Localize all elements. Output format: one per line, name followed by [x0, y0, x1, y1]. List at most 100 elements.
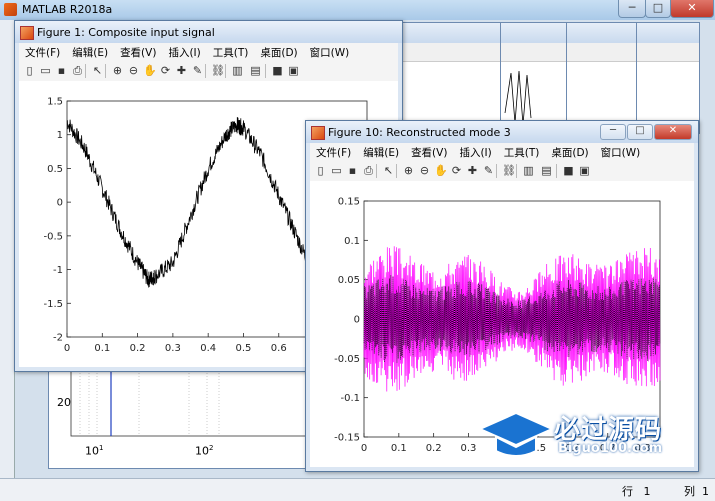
pointer-icon[interactable]: ↖	[91, 64, 104, 77]
menu-item-2[interactable]: 查看(V)	[405, 143, 453, 160]
desktop-side-panel	[0, 20, 15, 478]
y-tick-label: -0.1	[340, 393, 360, 404]
figure-1-title: Figure 1: Composite input signal	[37, 26, 215, 39]
figure-1-menubar: 文件(F)编辑(E)查看(V)插入(I)工具(T)桌面(D)窗口(W)帮助(H)	[19, 43, 398, 76]
pan-hand-icon[interactable]: ✋	[434, 164, 448, 177]
column-indicator: 列 1	[684, 485, 709, 498]
y-tick-label: 1	[57, 130, 63, 141]
zoom-in-icon[interactable]: ⊕	[111, 64, 124, 77]
menu-item-2[interactable]: 查看(V)	[114, 43, 162, 60]
y-tick-label: -0.5	[43, 231, 63, 242]
figure-icon	[20, 26, 34, 40]
menu-item-1[interactable]: 编辑(E)	[66, 43, 114, 60]
colorbar-icon[interactable]: ▥	[522, 164, 535, 177]
maximize-button[interactable]: □	[627, 124, 653, 140]
maximize-button[interactable]: □	[645, 0, 671, 18]
toolbar-separator	[105, 64, 106, 78]
new-file-icon[interactable]: ▯	[23, 64, 36, 77]
toolbar-separator	[516, 164, 517, 178]
x-tick-label: 0.2	[130, 343, 146, 354]
data-cursor-icon[interactable]: ✚	[466, 164, 479, 177]
menu-item-0[interactable]: 文件(F)	[310, 143, 357, 160]
x-tick-label: 0.1	[94, 343, 110, 354]
x-tick-label: 0.3	[165, 343, 181, 354]
show-tools-icon[interactable]: ▣	[578, 164, 591, 177]
toolbar-separator	[205, 64, 206, 78]
figure-10-title-bar[interactable]: Figure 10: Reconstructed mode 3 ─ □ ✕	[306, 121, 698, 143]
x-tick-label: 0	[64, 343, 70, 354]
menu-item-5[interactable]: 桌面(D)	[545, 143, 594, 160]
y-tick-label: 0	[57, 198, 63, 209]
close-button[interactable]: ✕	[654, 124, 692, 140]
figure-10-menubar: 文件(F)编辑(E)查看(V)插入(I)工具(T)桌面(D)窗口(W)帮助(H)	[310, 143, 694, 176]
save-icon[interactable]: ▪	[55, 64, 68, 77]
background-figure-window[interactable]	[500, 22, 574, 134]
hide-tools-icon[interactable]: ■	[562, 164, 575, 177]
app-title: MATLAB R2018a	[22, 3, 113, 16]
close-button[interactable]: ✕	[670, 0, 714, 18]
status-bar: 行 1 列 1	[0, 478, 715, 501]
menu-item-5[interactable]: 桌面(D)	[254, 43, 303, 60]
x-tick-label: 0.2	[426, 443, 442, 454]
background-figure-window[interactable]	[566, 22, 644, 134]
link-icon[interactable]: ⛓	[211, 64, 225, 77]
minimize-button[interactable]: ─	[600, 124, 626, 140]
toolbar-separator	[376, 164, 377, 178]
rotate-icon[interactable]: ⟳	[450, 164, 463, 177]
y-tick-label: 0.15	[338, 197, 360, 208]
legend-icon[interactable]: ▤	[540, 164, 553, 177]
y-tick-label: 0.05	[338, 275, 360, 286]
print-icon[interactable]: ⎙	[71, 64, 84, 77]
menu-item-1[interactable]: 编辑(E)	[357, 143, 405, 160]
new-file-icon[interactable]: ▯	[314, 164, 327, 177]
pointer-icon[interactable]: ↖	[382, 164, 395, 177]
y-tick-label: -0.15	[334, 433, 360, 444]
figure-1-title-bar[interactable]: Figure 1: Composite input signal	[15, 21, 402, 43]
brush-icon[interactable]: ✎	[191, 64, 204, 77]
data-cursor-icon[interactable]: ✚	[175, 64, 188, 77]
pan-hand-icon[interactable]: ✋	[143, 64, 157, 77]
menu-item-6[interactable]: 窗口(W)	[595, 143, 647, 160]
open-folder-icon[interactable]: ▭	[330, 164, 343, 177]
brush-icon[interactable]: ✎	[482, 164, 495, 177]
y-tick-label: -1	[53, 265, 63, 276]
graduation-cap-icon	[477, 411, 555, 457]
x-tick-label: 101	[85, 444, 104, 458]
figure-icon	[311, 126, 325, 140]
toolbar-separator	[556, 164, 557, 178]
zoom-out-icon[interactable]: ⊖	[127, 64, 140, 77]
menu-item-3[interactable]: 插入(I)	[162, 43, 206, 60]
y-tick-label: 0.1	[344, 236, 360, 247]
open-folder-icon[interactable]: ▭	[39, 64, 52, 77]
y-tick-label: -1.5	[43, 299, 63, 310]
x-tick-label: 102	[195, 444, 214, 458]
minimize-button[interactable]: ─	[618, 0, 646, 18]
legend-icon[interactable]: ▤	[249, 64, 262, 77]
zoom-out-icon[interactable]: ⊖	[418, 164, 431, 177]
figure-10-window-controls: ─ □ ✕	[599, 123, 692, 140]
x-tick-label: 0.3	[461, 443, 477, 454]
rotate-icon[interactable]: ⟳	[159, 64, 172, 77]
matlab-logo-icon	[4, 3, 17, 16]
show-tools-icon[interactable]: ▣	[287, 64, 300, 77]
toolbar-separator	[265, 64, 266, 78]
toolbar-separator	[496, 164, 497, 178]
menu-item-0[interactable]: 文件(F)	[19, 43, 66, 60]
hide-tools-icon[interactable]: ■	[271, 64, 284, 77]
save-icon[interactable]: ▪	[346, 164, 359, 177]
y-tick-label: -0.05	[334, 354, 360, 365]
print-icon[interactable]: ⎙	[362, 164, 375, 177]
zoom-in-icon[interactable]: ⊕	[402, 164, 415, 177]
menu-item-6[interactable]: 窗口(W)	[304, 43, 356, 60]
menu-item-3[interactable]: 插入(I)	[453, 143, 497, 160]
link-icon[interactable]: ⛓	[502, 164, 516, 177]
row-indicator: 行 1	[622, 485, 651, 498]
x-tick-label: 0.1	[391, 443, 407, 454]
background-figure-window-log-plot[interactable]: 20 101 102	[48, 368, 312, 469]
menu-item-4[interactable]: 工具(T)	[207, 43, 255, 60]
colorbar-icon[interactable]: ▥	[231, 64, 244, 77]
x-tick-label: 0.4	[200, 343, 216, 354]
menu-item-4[interactable]: 工具(T)	[498, 143, 546, 160]
background-figure-window[interactable]	[636, 22, 700, 134]
y-tick-label: 1.5	[47, 97, 63, 108]
